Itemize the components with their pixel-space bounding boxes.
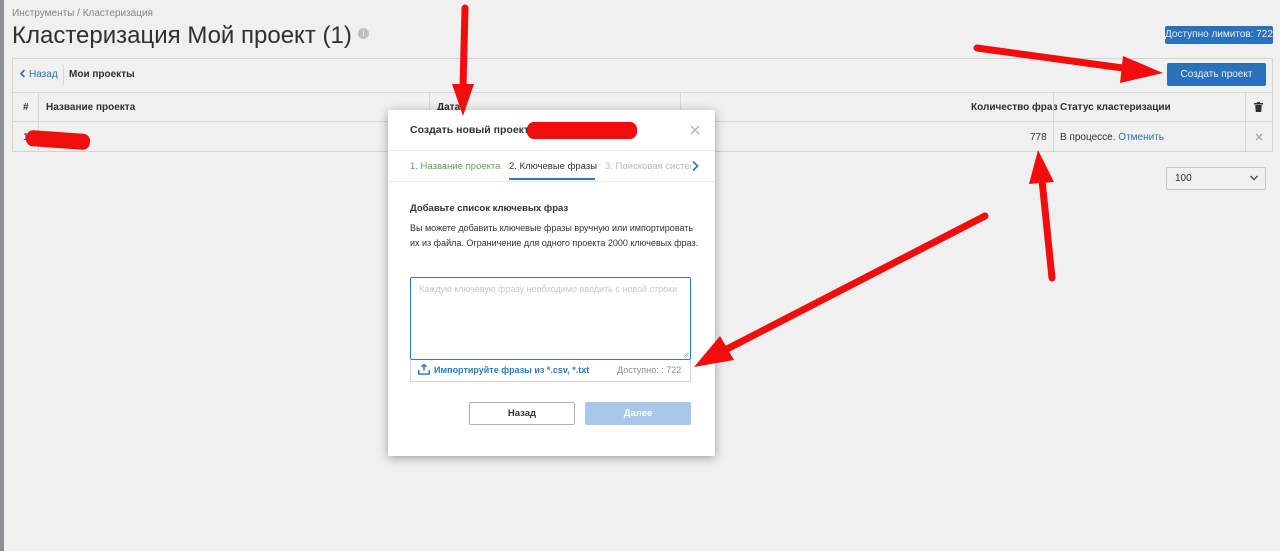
active-step-indicator <box>509 178 595 180</box>
import-bar: Импортируйте фразы из *.csv, *.txt Досту… <box>410 360 691 382</box>
next-button[interactable]: Далее <box>585 402 691 425</box>
back-button[interactable]: Назад <box>469 402 575 425</box>
step-project-name[interactable]: 1. Название проекта <box>410 161 500 172</box>
step-search-engine[interactable]: 3. Поисковая система <box>605 161 691 172</box>
close-icon[interactable] <box>690 125 700 135</box>
resize-grip-icon[interactable] <box>682 351 689 358</box>
keywords-textarea[interactable] <box>410 277 691 360</box>
modal-divider <box>388 181 715 182</box>
step-keywords[interactable]: 2. Ключевые фразы <box>509 161 597 172</box>
redaction-mark <box>527 122 637 139</box>
upload-icon[interactable] <box>418 364 430 375</box>
import-file-link[interactable]: Импортируйте фразы из *.csv, *.txt <box>434 365 589 375</box>
chevron-right-icon[interactable] <box>691 160 699 172</box>
wizard-steps: 1. Название проекта 2. Ключевые фразы 3.… <box>388 151 715 181</box>
keywords-heading: Добавьте список ключевых фраз <box>410 203 569 214</box>
keywords-description: Вы можете добавить ключевые фразы вручну… <box>410 223 699 248</box>
create-project-modal: Создать новый проект для 1. Название про… <box>388 110 715 456</box>
available-count: Доступно: : 722 <box>617 365 682 375</box>
